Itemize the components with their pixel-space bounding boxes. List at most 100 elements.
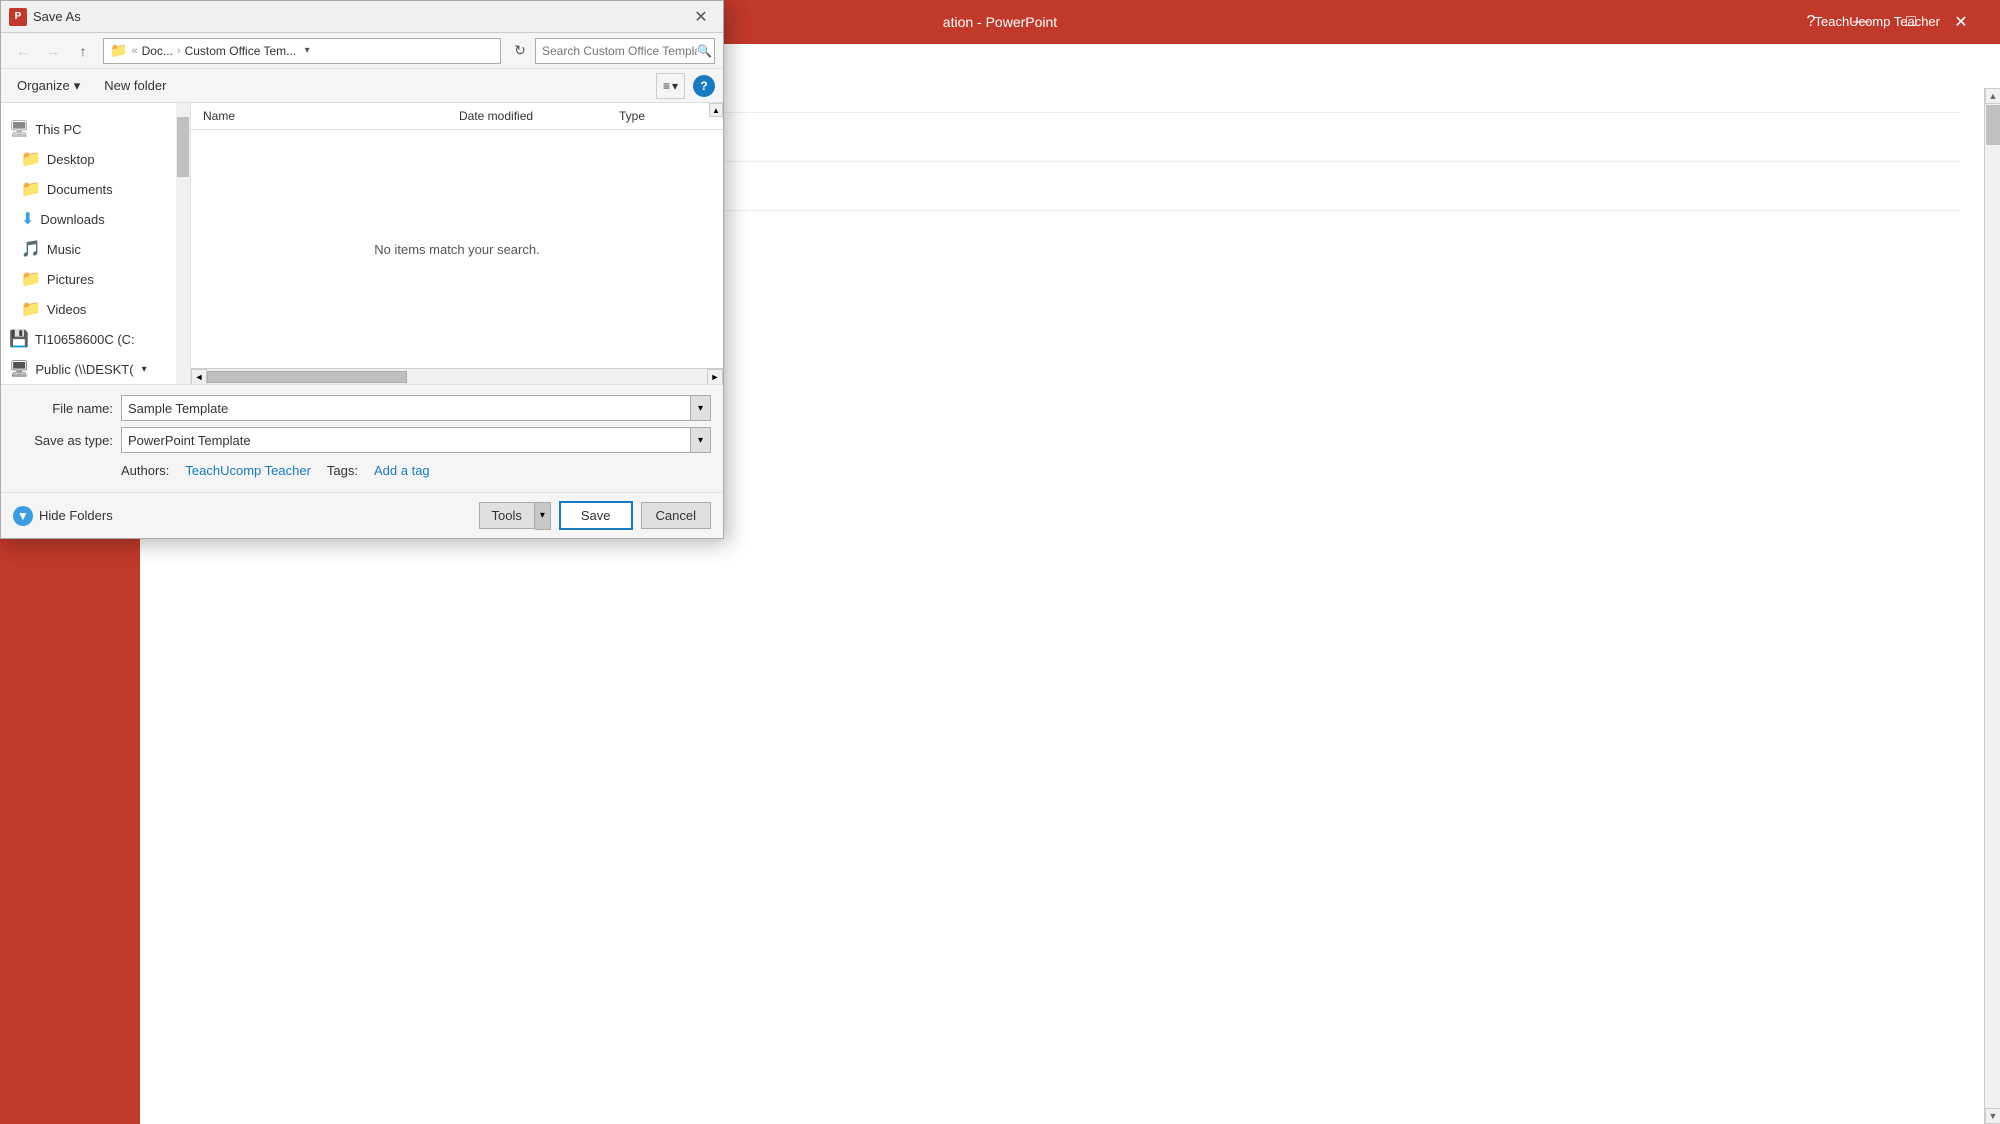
hide-folders-label: Hide Folders bbox=[39, 508, 113, 523]
new-folder-button[interactable]: New folder bbox=[96, 73, 174, 99]
tools-button[interactable]: Tools bbox=[479, 502, 535, 529]
dialog-body: ▲ 🖥 This PC 📁 Desktop 📁 Documents ⬇ Down… bbox=[1, 103, 723, 384]
file-header-scroll-up[interactable]: ▲ bbox=[709, 103, 723, 117]
col-date-modified[interactable]: Date modified bbox=[455, 107, 615, 125]
add-tag-link[interactable]: Add a tag bbox=[374, 463, 430, 478]
nav-item-drive-c[interactable]: 💾 TI10658600C (C: bbox=[1, 324, 190, 354]
nav-label-network: Public (\\DESKT( bbox=[35, 362, 133, 377]
breadcrumb-template: Custom Office Tem... bbox=[185, 44, 297, 58]
nav-item-pictures[interactable]: 📁 Pictures bbox=[1, 264, 190, 294]
file-name-label: File name: bbox=[13, 401, 113, 416]
ppt-title: ation - PowerPoint bbox=[943, 14, 1057, 30]
view-button[interactable]: ≡ ▾ bbox=[656, 73, 685, 99]
save-type-input-wrapper: ▾ bbox=[121, 427, 711, 453]
ppt-teacher-name: TeachUcomp Teacher bbox=[1815, 0, 1941, 44]
save-type-dropdown-arrow[interactable]: ▾ bbox=[690, 428, 710, 452]
breadcrumb-arrow: › bbox=[177, 45, 181, 57]
nav-item-music[interactable]: 🎵 Music bbox=[1, 234, 190, 264]
nav-label-drive-c: TI10658600C (C: bbox=[35, 332, 135, 347]
dialog-toolbar: Organize ▾ New folder ≡ ▾ ? bbox=[1, 69, 723, 103]
breadcrumb-dropdown-button[interactable]: ▾ bbox=[300, 38, 314, 64]
dialog-title-bar: P Save As ✕ bbox=[1, 1, 723, 33]
file-name-input[interactable] bbox=[128, 401, 704, 416]
nav-item-this-pc[interactable]: 🖥 This PC bbox=[1, 103, 190, 144]
organize-label: Organize bbox=[17, 78, 70, 93]
save-button[interactable]: Save bbox=[559, 501, 633, 530]
search-input[interactable] bbox=[542, 44, 697, 58]
hide-folders-button[interactable]: ▼ Hide Folders bbox=[13, 506, 113, 526]
search-icon[interactable]: 🔍 bbox=[697, 44, 712, 58]
videos-icon: 📁 bbox=[21, 299, 41, 319]
dialog-footer: ▼ Hide Folders Tools ▾ Save Cancel bbox=[1, 492, 723, 538]
nav-up-button[interactable]: ↑ bbox=[69, 38, 97, 64]
authors-value[interactable]: TeachUcomp Teacher bbox=[185, 463, 311, 478]
nav-back-button[interactable]: ← bbox=[9, 38, 37, 64]
nav-item-desktop[interactable]: 📁 Desktop bbox=[1, 144, 190, 174]
organize-arrow-icon: ▾ bbox=[74, 78, 81, 94]
save-as-dialog: P Save As ✕ ← → ↑ 📁 « Doc... › Custom Of… bbox=[0, 0, 724, 539]
scroll-down-arrow[interactable]: ▼ bbox=[1985, 1108, 2000, 1124]
nav-label-this-pc: This PC bbox=[35, 122, 81, 137]
file-name-input-wrapper: ▾ bbox=[121, 395, 711, 421]
file-name-row: File name: ▾ bbox=[13, 395, 711, 421]
tools-group: Tools ▾ bbox=[479, 502, 551, 530]
dialog-title: Save As bbox=[33, 9, 681, 24]
save-type-row: Save as type: ▾ bbox=[13, 427, 711, 453]
form-meta-row: Authors: TeachUcomp Teacher Tags: Add a … bbox=[121, 459, 711, 482]
nav-label-desktop: Desktop bbox=[47, 152, 95, 167]
refresh-button[interactable]: ↻ bbox=[507, 38, 533, 64]
scroll-up-arrow[interactable]: ▲ bbox=[1985, 88, 2000, 104]
scroll-thumb[interactable] bbox=[1986, 105, 2000, 145]
left-nav-scroll-thumb[interactable] bbox=[177, 117, 189, 177]
h-scroll-right-arrow[interactable]: ► bbox=[707, 369, 723, 385]
hide-folders-icon: ▼ bbox=[13, 506, 33, 526]
dialog-close-button[interactable]: ✕ bbox=[687, 6, 715, 28]
dialog-file-area: ▲ Name Date modified Type No items match… bbox=[191, 103, 723, 384]
pc-icon: 🖥 bbox=[9, 119, 29, 139]
nav-item-network[interactable]: 🖥 Public (\\DESKT( ▾ bbox=[1, 354, 190, 384]
view-icon: ≡ bbox=[663, 79, 670, 93]
breadcrumb: 📁 « Doc... › Custom Office Tem... ▾ bbox=[103, 38, 501, 64]
tools-dropdown-arrow[interactable]: ▾ bbox=[535, 502, 551, 530]
save-type-input[interactable] bbox=[128, 433, 704, 448]
desktop-icon: 📁 bbox=[21, 149, 41, 169]
network-icon: 🖥 bbox=[9, 359, 29, 379]
nav-label-downloads: Downloads bbox=[40, 212, 104, 227]
dialog-form: File name: ▾ Save as type: ▾ Authors: Te… bbox=[1, 384, 723, 492]
nav-item-downloads[interactable]: ⬇ Downloads bbox=[1, 204, 190, 234]
nav-label-videos: Videos bbox=[47, 302, 87, 317]
help-button-toolbar[interactable]: ? bbox=[693, 75, 715, 97]
nav-item-documents[interactable]: 📁 Documents bbox=[1, 174, 190, 204]
file-name-dropdown-arrow[interactable]: ▾ bbox=[690, 396, 710, 420]
breadcrumb-folder-icon: 📁 bbox=[110, 42, 127, 59]
downloads-icon: ⬇ bbox=[21, 209, 34, 229]
breadcrumb-doc: Doc... bbox=[142, 44, 173, 58]
col-name[interactable]: Name bbox=[199, 107, 455, 125]
h-scroll-thumb[interactable] bbox=[207, 371, 407, 383]
file-header: ▲ Name Date modified Type bbox=[191, 103, 723, 130]
organize-button[interactable]: Organize ▾ bbox=[9, 73, 88, 99]
dialog-app-icon: P bbox=[9, 8, 27, 26]
tags-label: Tags: bbox=[327, 463, 358, 478]
ppt-scrollbar[interactable]: ▲ ▼ bbox=[1984, 88, 2000, 1124]
authors-label: Authors: bbox=[121, 463, 169, 478]
nav-label-music: Music bbox=[47, 242, 81, 257]
nav-label-documents: Documents bbox=[47, 182, 113, 197]
pictures-icon: 📁 bbox=[21, 269, 41, 289]
documents-icon: 📁 bbox=[21, 179, 41, 199]
music-icon: 🎵 bbox=[21, 239, 41, 259]
drive-icon: 💾 bbox=[9, 329, 29, 349]
nav-item-videos[interactable]: 📁 Videos bbox=[1, 294, 190, 324]
nav-forward-button[interactable]: → bbox=[39, 38, 67, 64]
search-box: 🔍 bbox=[535, 38, 715, 64]
h-scroll-left-arrow[interactable]: ◄ bbox=[191, 369, 207, 385]
left-nav-scrollbar[interactable] bbox=[176, 103, 190, 384]
breadcrumb-sep1: « bbox=[131, 45, 137, 57]
col-type[interactable]: Type bbox=[615, 107, 715, 125]
dialog-left-nav: ▲ 🖥 This PC 📁 Desktop 📁 Documents ⬇ Down… bbox=[1, 103, 191, 384]
close-button[interactable]: ✕ bbox=[1938, 7, 1984, 37]
cancel-button[interactable]: Cancel bbox=[641, 502, 711, 529]
tools-label: Tools bbox=[492, 508, 522, 523]
horizontal-scrollbar[interactable]: ◄ ► bbox=[191, 368, 723, 384]
h-scroll-track[interactable] bbox=[207, 369, 707, 385]
